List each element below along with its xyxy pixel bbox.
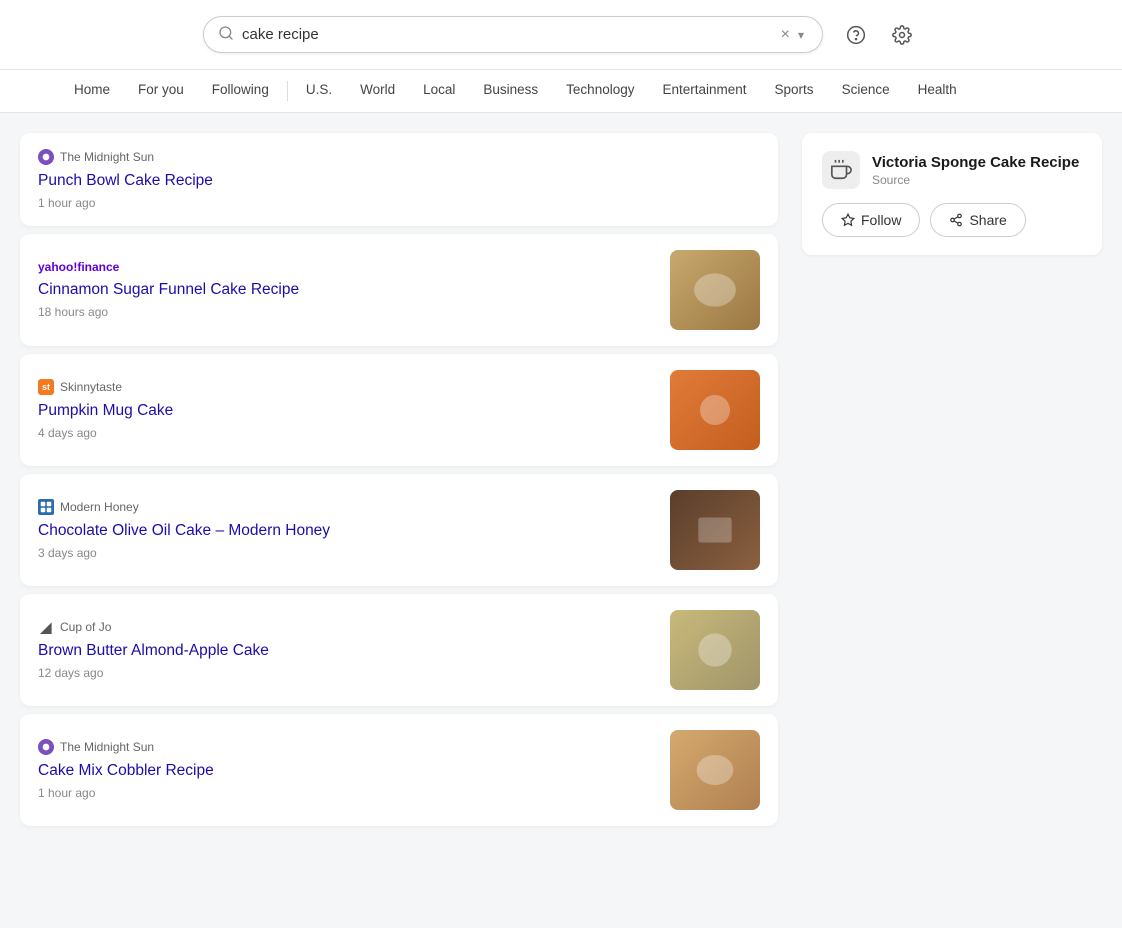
settings-button[interactable] — [885, 18, 919, 52]
nav-divider — [287, 81, 288, 101]
source-name: The Midnight Sun — [60, 740, 154, 754]
article-source: The Midnight Sun — [38, 149, 760, 165]
search-bar-container: × ▾ — [0, 0, 1122, 70]
share-label: Share — [969, 212, 1006, 228]
feed-column: The Midnight Sun Punch Bowl Cake Recipe … — [20, 133, 778, 826]
sidebar-source-info: Victoria Sponge Cake Recipe Source — [872, 153, 1079, 187]
article-title[interactable]: Chocolate Olive Oil Cake – Modern Honey — [38, 521, 654, 542]
article-source: ◢ Cup of Jo — [38, 619, 654, 635]
sidebar-source-title: Victoria Sponge Cake Recipe — [872, 153, 1079, 173]
article-content: The Midnight Sun Cake Mix Cobbler Recipe… — [38, 739, 654, 800]
article-content: Modern Honey Chocolate Olive Oil Cake – … — [38, 499, 654, 560]
search-dropdown-button[interactable]: ▾ — [794, 28, 808, 42]
article-source: yahoo!finance — [38, 260, 654, 274]
nav-item-technology[interactable]: Technology — [552, 70, 648, 112]
list-item: st Skinnytaste Pumpkin Mug Cake 4 days a… — [20, 354, 778, 466]
source-name: The Midnight Sun — [60, 150, 154, 164]
article-time: 1 hour ago — [38, 196, 760, 210]
list-item: Modern Honey Chocolate Olive Oil Cake – … — [20, 474, 778, 586]
sidebar-actions: Follow Share — [822, 203, 1082, 237]
source-name: Skinnytaste — [60, 380, 122, 394]
article-title[interactable]: Pumpkin Mug Cake — [38, 401, 654, 422]
sidebar-favicon — [822, 151, 860, 189]
search-clear-button[interactable]: × — [777, 26, 794, 44]
article-time: 3 days ago — [38, 546, 654, 560]
nav-item-local[interactable]: Local — [409, 70, 469, 112]
nav-bar: Home For you Following U.S. World Local … — [0, 70, 1122, 113]
source-name: Modern Honey — [60, 500, 139, 514]
sidebar-source-row: Victoria Sponge Cake Recipe Source — [822, 151, 1082, 189]
article-content: st Skinnytaste Pumpkin Mug Cake 4 days a… — [38, 379, 654, 440]
nav-item-home[interactable]: Home — [60, 70, 124, 112]
nav-item-entertainment[interactable]: Entertainment — [648, 70, 760, 112]
article-content: The Midnight Sun Punch Bowl Cake Recipe … — [38, 149, 760, 210]
nav-item-for-you[interactable]: For you — [124, 70, 198, 112]
article-time: 1 hour ago — [38, 786, 654, 800]
search-icon — [218, 25, 234, 44]
list-item: yahoo!finance Cinnamon Sugar Funnel Cake… — [20, 234, 778, 346]
nav-item-sports[interactable]: Sports — [761, 70, 828, 112]
article-image — [670, 610, 760, 690]
source-favicon: ◢ — [38, 619, 54, 635]
article-title[interactable]: Punch Bowl Cake Recipe — [38, 171, 760, 192]
follow-button[interactable]: Follow — [822, 203, 920, 237]
article-title[interactable]: Cinnamon Sugar Funnel Cake Recipe — [38, 280, 654, 301]
article-content: ◢ Cup of Jo Brown Butter Almond-Apple Ca… — [38, 619, 654, 680]
source-favicon — [38, 739, 54, 755]
sidebar-card: Victoria Sponge Cake Recipe Source Follo… — [802, 133, 1102, 255]
header-icons — [839, 18, 919, 52]
sidebar-column: Victoria Sponge Cake Recipe Source Follo… — [802, 133, 1102, 255]
search-bar: × ▾ — [203, 16, 823, 53]
list-item: The Midnight Sun Cake Mix Cobbler Recipe… — [20, 714, 778, 826]
article-source: Modern Honey — [38, 499, 654, 515]
search-input[interactable] — [242, 26, 777, 43]
nav-item-following[interactable]: Following — [198, 70, 283, 112]
source-name: Cup of Jo — [60, 620, 111, 634]
list-item: The Midnight Sun Punch Bowl Cake Recipe … — [20, 133, 778, 226]
article-image — [670, 370, 760, 450]
article-image — [670, 490, 760, 570]
article-image — [670, 250, 760, 330]
main-layout: The Midnight Sun Punch Bowl Cake Recipe … — [0, 113, 1122, 846]
article-time: 12 days ago — [38, 666, 654, 680]
article-source: st Skinnytaste — [38, 379, 654, 395]
share-button[interactable]: Share — [930, 203, 1025, 237]
source-favicon — [38, 499, 54, 515]
source-favicon: st — [38, 379, 54, 395]
source-favicon — [38, 149, 54, 165]
nav-item-health[interactable]: Health — [904, 70, 971, 112]
article-time: 18 hours ago — [38, 305, 654, 319]
nav-item-business[interactable]: Business — [469, 70, 552, 112]
help-button[interactable] — [839, 18, 873, 52]
nav-item-us[interactable]: U.S. — [292, 70, 346, 112]
article-title[interactable]: Cake Mix Cobbler Recipe — [38, 761, 654, 782]
source-name-yahoo: yahoo!finance — [38, 260, 119, 274]
article-image — [670, 730, 760, 810]
article-title[interactable]: Brown Butter Almond-Apple Cake — [38, 641, 654, 662]
article-time: 4 days ago — [38, 426, 654, 440]
nav-item-science[interactable]: Science — [828, 70, 904, 112]
nav-item-world[interactable]: World — [346, 70, 409, 112]
follow-label: Follow — [861, 212, 901, 228]
sidebar-source-label: Source — [872, 173, 1079, 187]
article-source: The Midnight Sun — [38, 739, 654, 755]
article-content: yahoo!finance Cinnamon Sugar Funnel Cake… — [38, 260, 654, 319]
list-item: ◢ Cup of Jo Brown Butter Almond-Apple Ca… — [20, 594, 778, 706]
